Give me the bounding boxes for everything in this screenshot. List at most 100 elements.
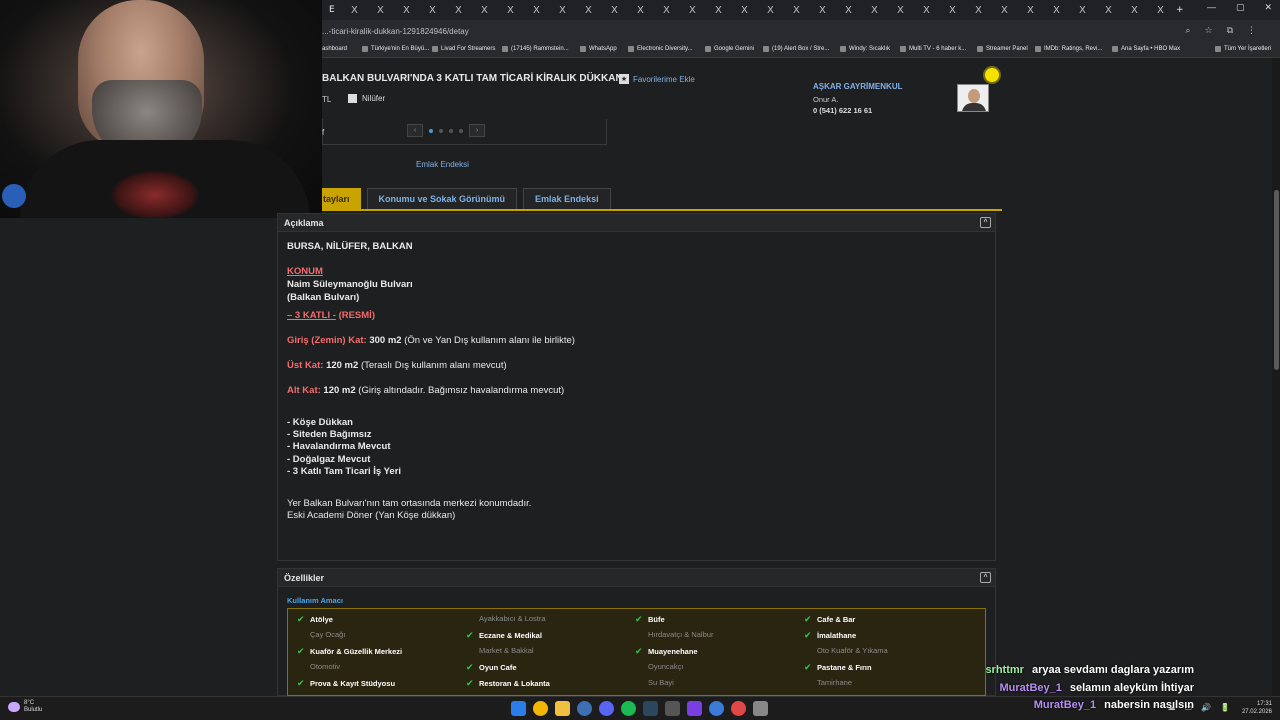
favorite-button[interactable]: ★ Favorilerime Ekle [619, 74, 695, 84]
tab-close-icon[interactable]: X [507, 5, 514, 16]
tab-close-icon[interactable]: X [351, 5, 358, 16]
bookmark-item[interactable]: Multi TV - 6 haber k... [900, 46, 966, 52]
browser-tab[interactable]: X [964, 1, 989, 19]
tab-close-icon[interactable]: X [897, 5, 904, 16]
bookmark-star-icon[interactable]: ☆ [1204, 25, 1212, 36]
browser-tab[interactable]: X [340, 1, 365, 19]
collapse-icon[interactable]: ^ [980, 217, 991, 228]
browser-tab[interactable]: X [1094, 1, 1119, 19]
browser-tab[interactable]: X [392, 1, 417, 19]
clock[interactable]: 17:31 27.02.2026 [1242, 700, 1272, 716]
browser-tab[interactable]: X [574, 1, 599, 19]
bookmark-item[interactable]: Electronic Diversity... [628, 46, 693, 52]
chrome-icon[interactable] [533, 701, 548, 716]
tab-location[interactable]: Konumu ve Sokak Görünümü [366, 188, 518, 209]
tab-close-icon[interactable]: X [663, 5, 670, 16]
tab-close-icon[interactable]: X [715, 5, 722, 16]
app-icon[interactable] [687, 701, 702, 716]
agent-company[interactable]: AŞKAR GAYRİMENKUL [813, 82, 903, 91]
close-window-button[interactable]: ✕ [1264, 2, 1272, 13]
tab-close-icon[interactable]: X [637, 5, 644, 16]
emlak-endeksi-link[interactable]: Emlak Endeksi [416, 160, 469, 169]
gallery-prev-button[interactable]: ‹ [407, 124, 423, 137]
tab-close-icon[interactable]: X [455, 5, 462, 16]
browser-tab[interactable]: X [730, 1, 755, 19]
browser-tab[interactable]: X [756, 1, 781, 19]
tab-close-icon[interactable]: X [481, 5, 488, 16]
browser-tab[interactable]: X [808, 1, 833, 19]
tab-close-icon[interactable]: X [611, 5, 618, 16]
tab-close-icon[interactable]: X [1131, 5, 1138, 16]
page-scrollbar[interactable] [1272, 58, 1280, 696]
spotify-icon[interactable] [621, 701, 636, 716]
tab-close-icon[interactable]: X [1105, 5, 1112, 16]
url-text[interactable]: ...-ticari-kiralik-dukkan-1291824946/det… [322, 27, 469, 36]
browser-tab[interactable]: X [522, 1, 547, 19]
collapse-icon[interactable]: ^ [980, 572, 991, 583]
tab-close-icon[interactable]: X [819, 5, 826, 16]
app-icon[interactable] [709, 701, 724, 716]
bookmark-item[interactable]: Windy: Sıcaklık [840, 46, 890, 52]
tab-close-icon[interactable]: X [377, 5, 384, 16]
tab-close-icon[interactable]: X [533, 5, 540, 16]
browser-tab[interactable]: X [496, 1, 521, 19]
browser-tab[interactable]: X [1120, 1, 1145, 19]
bookmark-item[interactable]: WhatsApp [580, 46, 617, 52]
tab-emlak-endeksi[interactable]: Emlak Endeksi [523, 188, 611, 209]
browser-tab[interactable]: X [1146, 1, 1171, 19]
tab-close-icon[interactable]: X [975, 5, 982, 16]
app-icon[interactable] [731, 701, 746, 716]
steam-icon[interactable] [643, 701, 658, 716]
scrollbar-thumb[interactable] [1274, 190, 1279, 370]
app-icon[interactable] [665, 701, 680, 716]
minimize-button[interactable]: — [1207, 2, 1216, 13]
tab-close-icon[interactable]: X [689, 5, 696, 16]
browser-tab[interactable]: X [470, 1, 495, 19]
browser-tab[interactable]: X [860, 1, 885, 19]
tab-close-icon[interactable]: X [585, 5, 592, 16]
browser-tab[interactable]: X [678, 1, 703, 19]
browser-tab[interactable]: X [912, 1, 937, 19]
browser-tab[interactable]: X [1068, 1, 1093, 19]
bookmark-item[interactable]: Türkiye'nin En Büyü... [362, 46, 429, 52]
browser-tab[interactable]: X [704, 1, 729, 19]
browser-tab[interactable]: X [990, 1, 1015, 19]
browser-tab[interactable]: X [652, 1, 677, 19]
app-icon[interactable] [577, 701, 592, 716]
tab-details[interactable]: tayları [322, 188, 361, 209]
zoom-icon[interactable]: ⌕ [1185, 25, 1190, 36]
browser-tab[interactable]: X [886, 1, 911, 19]
gallery-dot[interactable] [429, 128, 433, 133]
volume-icon[interactable]: 🔊 [1201, 703, 1211, 712]
bookmark-item[interactable]: Livad For Streamers [432, 46, 495, 52]
discord-icon[interactable] [599, 701, 614, 716]
tab-close-icon[interactable]: X [923, 5, 930, 16]
browser-tab[interactable]: X [1016, 1, 1041, 19]
gallery-dot[interactable] [449, 128, 453, 133]
new-tab-button[interactable]: + [1172, 1, 1197, 19]
menu-icon[interactable]: ⋮ [1247, 25, 1256, 36]
tab-close-icon[interactable]: X [845, 5, 852, 16]
extensions-icon[interactable]: ⧉ [1227, 25, 1233, 36]
calculator-icon[interactable] [753, 701, 768, 716]
gallery-dot[interactable] [439, 128, 443, 133]
browser-tab[interactable]: X [782, 1, 807, 19]
tab-close-icon[interactable]: X [1157, 5, 1164, 16]
maximize-button[interactable]: ▢ [1236, 2, 1245, 13]
tab-close-icon[interactable]: X [1001, 5, 1008, 16]
bookmark-item[interactable]: Google Gemini [705, 46, 754, 52]
gallery-next-button[interactable]: › [469, 124, 485, 137]
start-icon[interactable] [511, 701, 526, 716]
browser-tab[interactable]: X [600, 1, 625, 19]
folder-icon[interactable] [555, 701, 570, 716]
browser-tab[interactable]: X [418, 1, 443, 19]
browser-tab[interactable]: X [444, 1, 469, 19]
tab-close-icon[interactable]: X [741, 5, 748, 16]
bookmark-item[interactable]: IMDb: Ratings, Revi... [1035, 46, 1102, 52]
bookmark-item[interactable]: (19) Alert Box / Stre... [763, 46, 829, 52]
bookmark-item[interactable]: (17145) Rammstein... [502, 46, 569, 52]
gallery-dot[interactable] [459, 128, 463, 133]
weather-widget[interactable]: 8°C Bulutlu [8, 700, 42, 714]
battery-icon[interactable]: 🔋 [1220, 703, 1230, 712]
browser-tab[interactable]: X [366, 1, 391, 19]
